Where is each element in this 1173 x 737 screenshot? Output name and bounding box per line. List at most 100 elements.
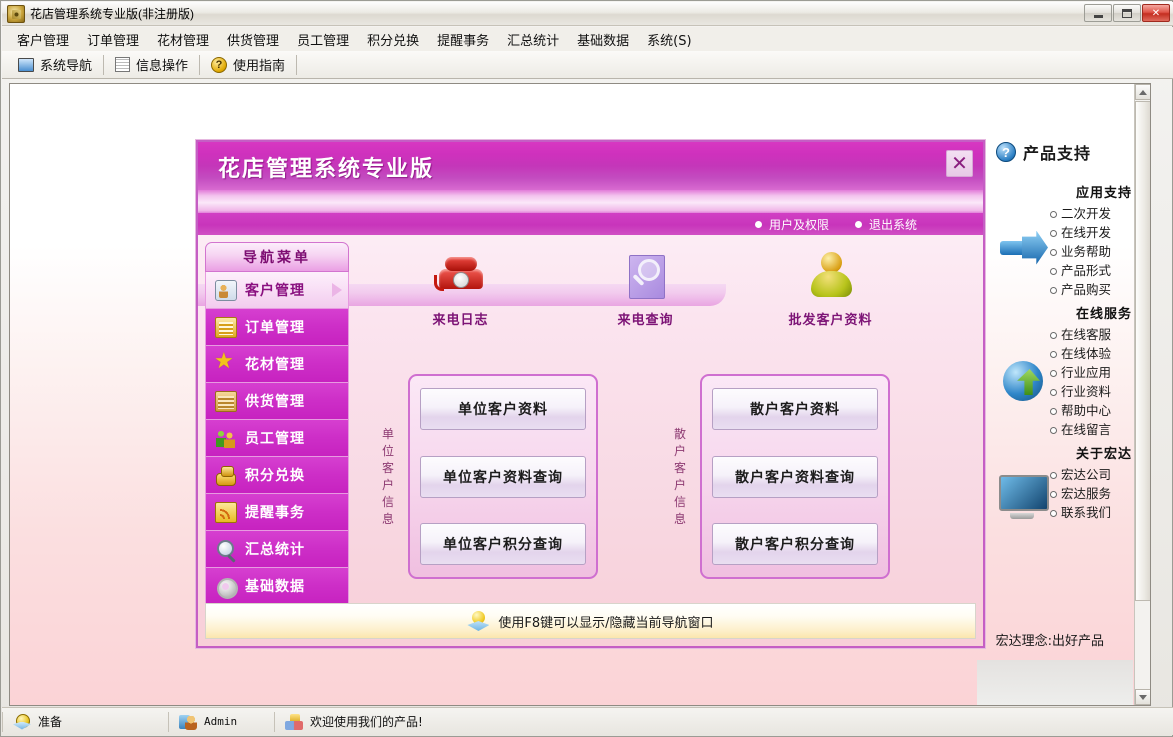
sidebar-item-staff[interactable]: 员工管理 (205, 420, 349, 457)
menu-item-flower[interactable]: 花材管理 (148, 27, 218, 52)
minimize-button[interactable] (1084, 4, 1112, 22)
shortcut-call-log[interactable]: 来电日志 (368, 247, 553, 347)
nav-window-close-icon[interactable]: ✕ (946, 150, 973, 177)
support-link-online-dev[interactable]: 在线开发 (1050, 223, 1136, 242)
support-link-online-trial[interactable]: 在线体验 (1050, 344, 1136, 363)
button-retail-customer-data-query[interactable]: 散户客户资料查询 (712, 455, 878, 498)
menu-item-system[interactable]: 系统(S) (638, 27, 700, 52)
monitor-icon (996, 467, 1050, 521)
support-link-contact-us[interactable]: 联系我们 (1050, 503, 1136, 522)
bullet-icon (1050, 491, 1057, 498)
button-unit-customer-points-query[interactable]: 单位客户积分查询 (420, 523, 586, 565)
side-menu-caption: 导航菜单 (205, 242, 349, 272)
support-section-app: 应用支持 二次开发 在线开发 业务帮助 产品形式 产品购买 (996, 182, 1136, 299)
rss-icon (215, 501, 237, 523)
sidebar-item-basedata[interactable]: 基础数据 (205, 568, 349, 605)
tip-text: 使用F8键可以显示/隐藏当前导航窗口 (498, 615, 714, 631)
menu-item-points[interactable]: 积分兑换 (358, 27, 428, 52)
globe-icon (996, 355, 1050, 409)
status-cell-welcome: 欢迎使用我们的产品! (275, 712, 433, 732)
support-link-industry-app[interactable]: 行业应用 (1050, 363, 1136, 382)
support-section-online: 在线服务 在线客服 在线体验 行业应用 行业资料 帮助中心 在线留言 (996, 303, 1136, 439)
toolbar-button-system-nav[interactable]: 系统导航 (10, 53, 100, 77)
support-link-business-help[interactable]: 业务帮助 (1050, 242, 1136, 261)
nav-link-label: 用户及权限 (768, 217, 829, 232)
status-text-user: Admin (204, 715, 238, 728)
shortcut-label: 批发客户资料 (788, 313, 873, 328)
menu-item-supply[interactable]: 供货管理 (218, 27, 288, 52)
user-icon (179, 714, 197, 730)
sidebar-item-order[interactable]: 订单管理 (205, 309, 349, 346)
menu-item-statistics[interactable]: 汇总统计 (498, 27, 568, 52)
menu-item-order[interactable]: 订单管理 (78, 27, 148, 52)
shortcut-call-query[interactable]: 来电查询 (553, 247, 738, 347)
bullet-icon (854, 220, 862, 228)
button-retail-customer-data[interactable]: 散户客户资料 (712, 388, 878, 430)
button-unit-customer-data-query[interactable]: 单位客户资料查询 (420, 455, 586, 498)
shortcut-label: 来电日志 (432, 313, 489, 328)
scroll-down-button[interactable] (1135, 689, 1150, 705)
bottom-right-overlay (977, 660, 1133, 705)
nav-link-bar: 用户及权限 退出系统 (198, 213, 983, 306)
nav-link-user-permissions[interactable]: 用户及权限 (754, 216, 829, 233)
support-link-product-purchase[interactable]: 产品购买 (1050, 280, 1136, 299)
button-retail-customer-points-query[interactable]: 散户客户积分查询 (712, 523, 878, 565)
close-button[interactable]: ✕ (1142, 4, 1170, 22)
scrollbar-thumb[interactable] (1135, 101, 1150, 601)
button-unit-customer-data[interactable]: 单位客户资料 (420, 388, 586, 430)
phone-cord (433, 275, 444, 291)
nav-link-exit-system[interactable]: 退出系统 (854, 216, 917, 233)
sidebar-item-label: 积分兑换 (245, 468, 305, 484)
support-link-company[interactable]: 宏达公司 (1050, 465, 1136, 484)
sidebar-item-statistics[interactable]: 汇总统计 (205, 531, 349, 568)
menu-item-staff[interactable]: 员工管理 (288, 27, 358, 52)
nav-window-header: 花店管理系统专业版 (198, 142, 983, 190)
menu-item-customer[interactable]: 客户管理 (8, 27, 78, 52)
triangle-down-icon (1139, 694, 1147, 700)
product-support-panel: ? 产品支持 应用支持 二次开发 在线开发 业务帮助 产品形式 产品购买 在线服… (996, 140, 1136, 705)
window-title: 花店管理系统专业版(非注册版) (30, 7, 194, 21)
sidebar-item-customer[interactable]: 客户管理 (205, 272, 349, 309)
sidebar-item-label: 花材管理 (245, 357, 305, 373)
star-icon (214, 349, 237, 375)
sidebar-item-remind[interactable]: 提醒事务 (205, 494, 349, 531)
sidebar-item-flower[interactable]: 花材管理 (205, 346, 349, 383)
support-link-secondary-dev[interactable]: 二次开发 (1050, 204, 1136, 223)
support-section-heading: 在线服务 (1075, 307, 1132, 322)
toolbar-button-info-ops[interactable]: 信息操作 (107, 53, 196, 77)
toolbar-label-system-nav: 系统导航 (40, 59, 93, 74)
bullet-icon (1050, 211, 1057, 218)
support-link-services[interactable]: 宏达服务 (1050, 484, 1136, 503)
support-link-help-center[interactable]: 帮助中心 (1050, 401, 1136, 420)
group-retail-customer: 散户客户信息 散户客户资料 散户客户资料查询 散户客户积分查询 (670, 374, 890, 579)
toolbar-separator (296, 54, 298, 75)
group-box-retail-customer: 散户客户资料 散户客户资料查询 散户客户积分查询 (700, 374, 890, 579)
sidebar-item-points[interactable]: 积分兑换 (205, 457, 349, 494)
toolbar-button-guide[interactable]: ? 使用指南 (203, 53, 293, 77)
cubes-icon (285, 713, 303, 730)
support-link-product-form[interactable]: 产品形式 (1050, 261, 1136, 280)
status-text-ready: 准备 (38, 715, 63, 729)
scroll-up-button[interactable] (1135, 84, 1150, 100)
chevron-right-icon (332, 283, 342, 297)
company-motto: 宏达理念:出好产品 (995, 634, 1104, 649)
sidebar-item-supply[interactable]: 供货管理 (205, 383, 349, 420)
support-link-online-service[interactable]: 在线客服 (1050, 325, 1136, 344)
monitor-icon (18, 57, 34, 72)
toolbar-label-guide: 使用指南 (233, 59, 286, 74)
lightbulb-icon (467, 611, 489, 631)
menu-item-basedata[interactable]: 基础数据 (568, 27, 638, 52)
product-support-title: 产品支持 (1023, 144, 1092, 163)
bullet-icon (1050, 268, 1057, 275)
vertical-scrollbar[interactable] (1134, 84, 1150, 705)
maximize-button[interactable] (1113, 4, 1141, 22)
menu-item-remind[interactable]: 提醒事务 (428, 27, 498, 52)
book-search-icon (618, 247, 674, 303)
support-link-leave-message[interactable]: 在线留言 (1050, 420, 1136, 439)
shortcut-wholesale-customer[interactable]: 批发客户资料 (738, 247, 923, 347)
bullet-icon (1050, 408, 1057, 415)
bullet-icon (1050, 510, 1057, 517)
support-link-industry-docs[interactable]: 行业资料 (1050, 382, 1136, 401)
magnifier-icon (215, 539, 237, 560)
ready-icon (13, 713, 31, 730)
